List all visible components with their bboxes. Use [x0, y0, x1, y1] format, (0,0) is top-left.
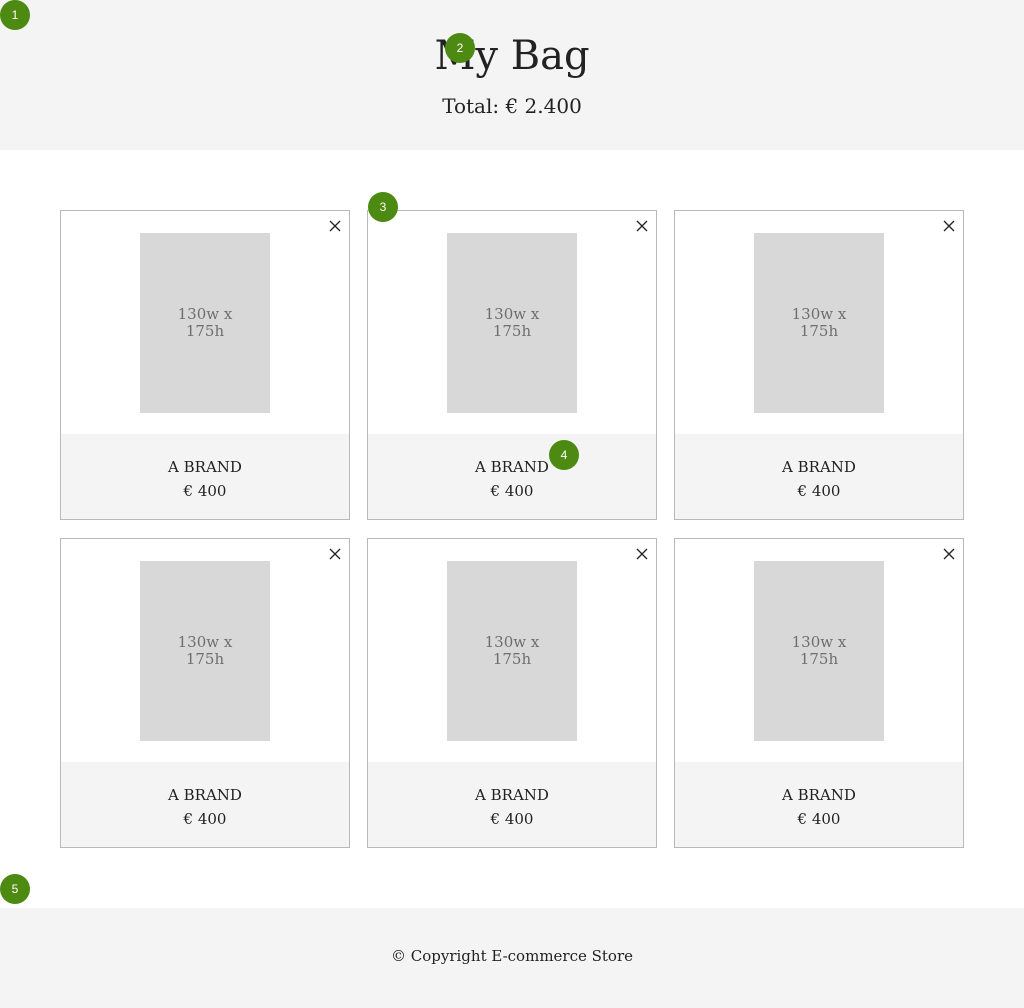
product-image[interactable]: 130w x 175h — [754, 233, 884, 413]
product-card: 130w x 175h A BRAND € 400 — [367, 538, 657, 848]
image-placeholder-size: 175h — [185, 650, 225, 668]
product-info: A BRAND € 400 — [61, 434, 349, 519]
product-info: A BRAND € 400 — [675, 762, 963, 847]
product-card: 130w x 175h A BRAND € 400 — [674, 210, 964, 520]
marker-badge: 3 — [368, 192, 398, 222]
image-placeholder-size: 130w x — [791, 633, 847, 651]
image-placeholder-size: 175h — [799, 650, 839, 668]
close-icon — [636, 220, 648, 232]
image-placeholder-size: 130w x — [177, 305, 233, 323]
close-icon — [943, 548, 955, 560]
product-info: A BRAND € 400 — [368, 434, 656, 519]
close-icon — [943, 220, 955, 232]
remove-item-button[interactable] — [634, 546, 650, 562]
copyright-text: © Copyright E-commerce Store — [390, 947, 634, 965]
product-image[interactable]: 130w x 175h — [140, 233, 270, 413]
product-card: 130w x 175h A BRAND € 400 — [60, 210, 350, 520]
page-title: My Bag — [434, 33, 590, 79]
product-price: € 400 — [183, 810, 227, 828]
bag-total: Total: € 2.400 — [442, 94, 582, 118]
marker-badge: 5 — [0, 874, 30, 904]
close-icon — [636, 548, 648, 560]
product-price: € 400 — [797, 810, 841, 828]
marker-badge: 2 — [445, 33, 475, 63]
product-info: A BRAND € 400 — [675, 434, 963, 519]
product-card: 130w x 175h A BRAND € 400 — [60, 538, 350, 848]
remove-item-button[interactable] — [327, 218, 343, 234]
product-brand[interactable]: A BRAND — [675, 786, 963, 804]
product-image[interactable]: 130w x 175h — [447, 233, 577, 413]
remove-item-button[interactable] — [327, 546, 343, 562]
product-brand[interactable]: A BRAND — [61, 458, 349, 476]
image-placeholder-size: 175h — [492, 650, 532, 668]
product-price: € 400 — [490, 482, 534, 500]
image-placeholder-size: 130w x — [484, 633, 540, 651]
product-info: A BRAND € 400 — [61, 762, 349, 847]
product-price: € 400 — [490, 810, 534, 828]
product-card: 130w x 175h A BRAND € 400 — [367, 210, 657, 520]
marker-badge: 4 — [549, 440, 579, 470]
close-icon — [329, 220, 341, 232]
product-brand[interactable]: A BRAND — [368, 786, 656, 804]
product-info: A BRAND € 400 — [368, 762, 656, 847]
product-image[interactable]: 130w x 175h — [447, 561, 577, 741]
product-image[interactable]: 130w x 175h — [140, 561, 270, 741]
product-card: 130w x 175h A BRAND € 400 — [674, 538, 964, 848]
image-placeholder-size: 175h — [492, 322, 532, 340]
product-brand[interactable]: A BRAND — [368, 458, 656, 476]
page-footer: © Copyright E-commerce Store — [0, 908, 1024, 1008]
close-icon — [329, 548, 341, 560]
marker-badge: 1 — [0, 0, 30, 30]
product-price: € 400 — [183, 482, 227, 500]
product-brand[interactable]: A BRAND — [675, 458, 963, 476]
remove-item-button[interactable] — [941, 546, 957, 562]
product-brand[interactable]: A BRAND — [61, 786, 349, 804]
image-placeholder-size: 175h — [799, 322, 839, 340]
image-placeholder-size: 130w x — [484, 305, 540, 323]
image-placeholder-size: 130w x — [791, 305, 847, 323]
bag-header: My Bag Total: € 2.400 — [0, 0, 1024, 150]
product-image[interactable]: 130w x 175h — [754, 561, 884, 741]
product-price: € 400 — [797, 482, 841, 500]
remove-item-button[interactable] — [634, 218, 650, 234]
remove-item-button[interactable] — [941, 218, 957, 234]
image-placeholder-size: 175h — [185, 322, 225, 340]
image-placeholder-size: 130w x — [177, 633, 233, 651]
